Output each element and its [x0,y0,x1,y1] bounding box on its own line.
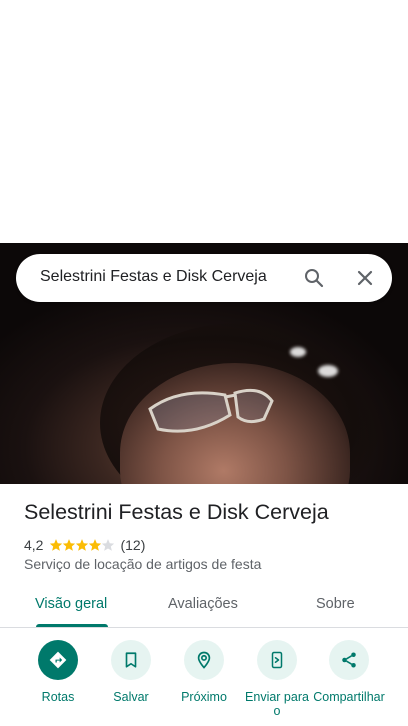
tab-reviews[interactable]: Avaliações [168,596,238,612]
tab-about[interactable]: Sobre [316,596,355,612]
star-icon [50,539,63,551]
send-to-phone-icon [257,640,297,680]
search-bar[interactable]: Selestrini Festas e Disk Cerveja [16,254,392,302]
photo-light-1 [290,347,306,357]
rating-row[interactable]: 4,2 (12) [24,536,145,554]
tab-indicator [36,624,108,627]
rating-stars [49,538,115,552]
photo-glasses [148,388,274,433]
send-to-phone-label: Enviar para o [245,690,309,718]
place-title: Selestrini Festas e Disk Cerveja [24,500,329,524]
star-icon [76,539,89,551]
search-icon[interactable] [302,266,326,290]
close-icon[interactable] [353,266,377,290]
share-label: Compartilhar [313,690,385,704]
rating-value: 4,2 [24,537,44,553]
nearby-icon [184,640,224,680]
nearby-button[interactable]: Próximo [166,640,242,704]
bookmark-icon [111,640,151,680]
tab-bar: Visão geral Avaliações Sobre [0,586,408,628]
review-count[interactable]: (12) [120,537,145,553]
share-icon [329,640,369,680]
send-to-phone-button[interactable]: Enviar para o [239,640,315,718]
directions-icon [38,640,78,680]
place-page: Selestrini Festas e Disk Cerveja Selestr… [0,0,408,726]
save-label: Salvar [113,690,149,704]
photo-light-2 [318,365,338,377]
star-icon [89,539,102,551]
nearby-label: Próximo [181,690,227,704]
directions-label: Rotas [41,690,75,704]
search-query[interactable]: Selestrini Festas e Disk Cerveja [40,268,267,286]
map-area-blank [0,0,408,243]
save-button[interactable]: Salvar [93,640,169,704]
tab-overview[interactable]: Visão geral [35,596,107,612]
share-button[interactable]: Compartilhar [311,640,387,704]
star-icon [63,539,76,551]
star-empty-icon [102,539,115,551]
action-bar: Rotas Salvar Próximo Enviar para o Compa… [0,640,408,726]
directions-button[interactable]: Rotas [20,640,96,704]
place-category: Serviço de locação de artigos de festa [24,556,262,572]
